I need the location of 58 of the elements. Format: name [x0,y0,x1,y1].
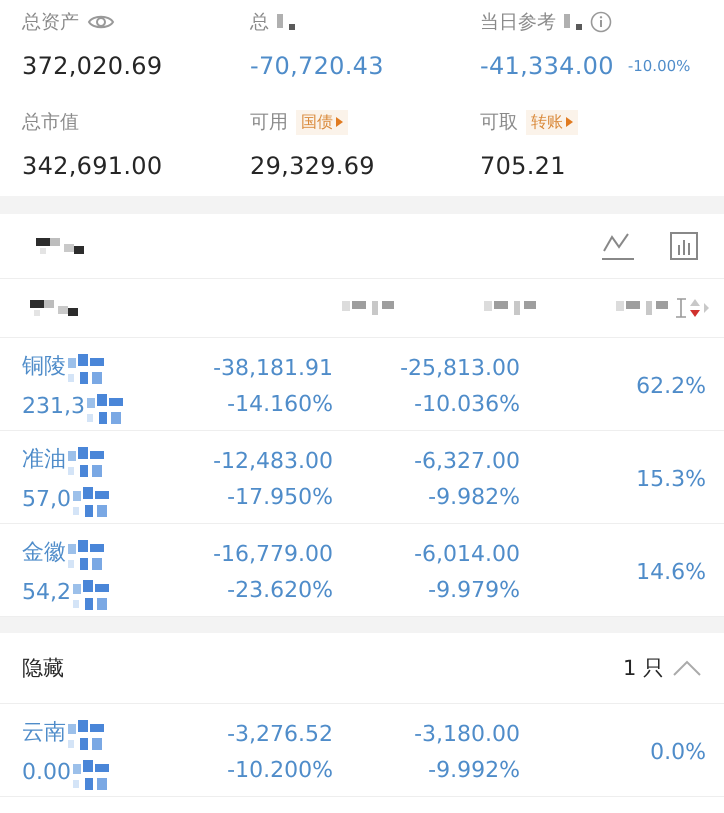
daily-amount: -3,180.00 [414,721,520,749]
profit-amount: -3,276.52 [227,721,333,749]
summary-value: 29,329.69 [250,152,375,180]
tag-link[interactable]: 转账 [526,110,578,134]
summary-value: 705.21 [480,152,566,180]
profit-amount: -16,779.00 [213,541,333,569]
profit-amount: -12,483.00 [213,448,333,476]
info-icon[interactable] [590,11,612,33]
market-value: 54,2 [22,579,71,607]
market-value: 0.00 [22,759,71,787]
position-share: 15.3% [636,466,706,494]
profit-percent: -23.620% [227,577,333,605]
summary-label: 可取 [480,110,518,135]
bar-chart-icon[interactable] [670,232,698,260]
sort-icon[interactable] [674,296,710,320]
change-percent: -10.00% [628,57,690,75]
position-share: 14.6% [636,559,706,587]
summary-label: 总资产 [22,10,79,35]
mosaic-drawing [484,301,536,315]
market-value: 57,0 [22,486,71,514]
mosaic-drawing [36,238,84,254]
summary-label: 总市值 [22,110,79,135]
summary-value: -41,334.00 [480,52,614,80]
daily-percent: -10.036% [414,391,520,419]
triangle-icon [566,117,573,127]
summary-label: 总 [250,10,269,35]
summary-label: 可用 [250,110,288,135]
position-share: 62.2% [636,373,706,401]
stock-name[interactable]: 铜陵 [22,352,66,382]
daily-percent: -9.992% [428,757,520,785]
profit-percent: -17.950% [227,484,333,512]
profit-percent: -14.160% [227,391,333,419]
daily-amount: -6,327.00 [414,448,520,476]
daily-amount: -25,813.00 [400,355,520,383]
hidden-toggle[interactable]: 1 只 [622,654,702,682]
summary-label: 当日参考 [480,10,556,35]
profit-percent: -10.200% [227,757,333,785]
line-chart-icon[interactable] [602,231,634,261]
mosaic-drawing [616,301,668,315]
summary-value: 342,691.00 [22,152,162,180]
stock-name[interactable]: 云南 [22,718,66,748]
daily-amount: -6,014.00 [414,541,520,569]
mosaic-drawing [30,300,78,316]
section-title: 隐藏 [22,655,64,682]
triangle-icon [336,117,343,127]
tag-link[interactable]: 国债 [296,110,348,134]
stock-name[interactable]: 金徽 [22,538,66,568]
summary-value: 372,020.69 [22,52,162,80]
stock-name[interactable]: 准油 [22,445,66,475]
mosaic-drawing [342,301,394,315]
eye-icon[interactable] [87,13,115,31]
daily-percent: -9.982% [428,484,520,512]
daily-percent: -9.979% [428,577,520,605]
position-share: 0.0% [650,739,706,767]
market-value: 231,3 [22,393,85,421]
chevron-up-icon[interactable] [672,659,702,677]
summary-value: -70,720.43 [250,52,384,80]
profit-amount: -38,181.91 [213,355,333,383]
